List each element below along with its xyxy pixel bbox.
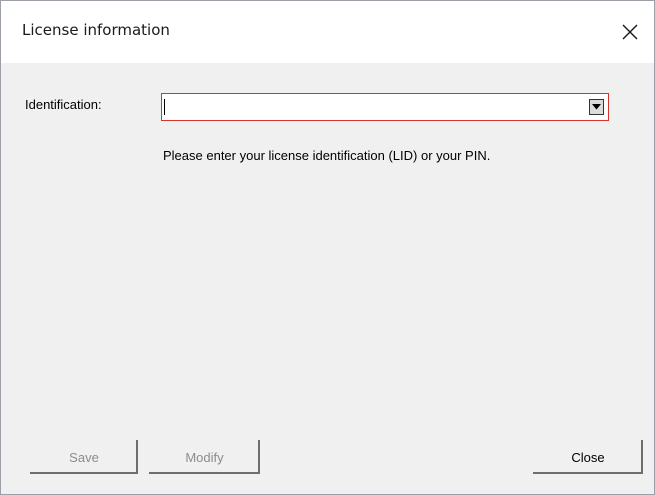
modify-button[interactable]: Modify bbox=[149, 440, 260, 474]
dropdown-button[interactable] bbox=[589, 99, 604, 115]
button-edge bbox=[258, 440, 260, 474]
close-icon bbox=[622, 24, 638, 40]
modify-button-label: Modify bbox=[185, 449, 224, 465]
save-button-label: Save bbox=[69, 449, 99, 465]
title-bar: License information bbox=[1, 1, 654, 63]
close-button-label: Close bbox=[571, 449, 605, 465]
button-edge bbox=[136, 440, 138, 474]
button-edge bbox=[533, 472, 643, 474]
license-information-dialog: License information Identification: Plea… bbox=[0, 0, 655, 495]
button-edge bbox=[30, 472, 138, 474]
text-caret bbox=[164, 99, 165, 115]
identification-hint: Please enter your license identification… bbox=[163, 148, 491, 163]
dropdown-arrow-icon bbox=[592, 104, 601, 110]
identification-combobox[interactable] bbox=[161, 93, 609, 121]
button-edge bbox=[149, 472, 260, 474]
close-button[interactable]: Close bbox=[533, 440, 643, 474]
close-window-button[interactable] bbox=[615, 17, 645, 47]
window-title: License information bbox=[22, 21, 170, 39]
identification-label: Identification: bbox=[25, 97, 102, 112]
button-edge bbox=[641, 440, 643, 474]
identification-input[interactable] bbox=[164, 96, 588, 118]
dialog-content: Identification: Please enter your licens… bbox=[1, 63, 654, 494]
save-button[interactable]: Save bbox=[30, 440, 138, 474]
